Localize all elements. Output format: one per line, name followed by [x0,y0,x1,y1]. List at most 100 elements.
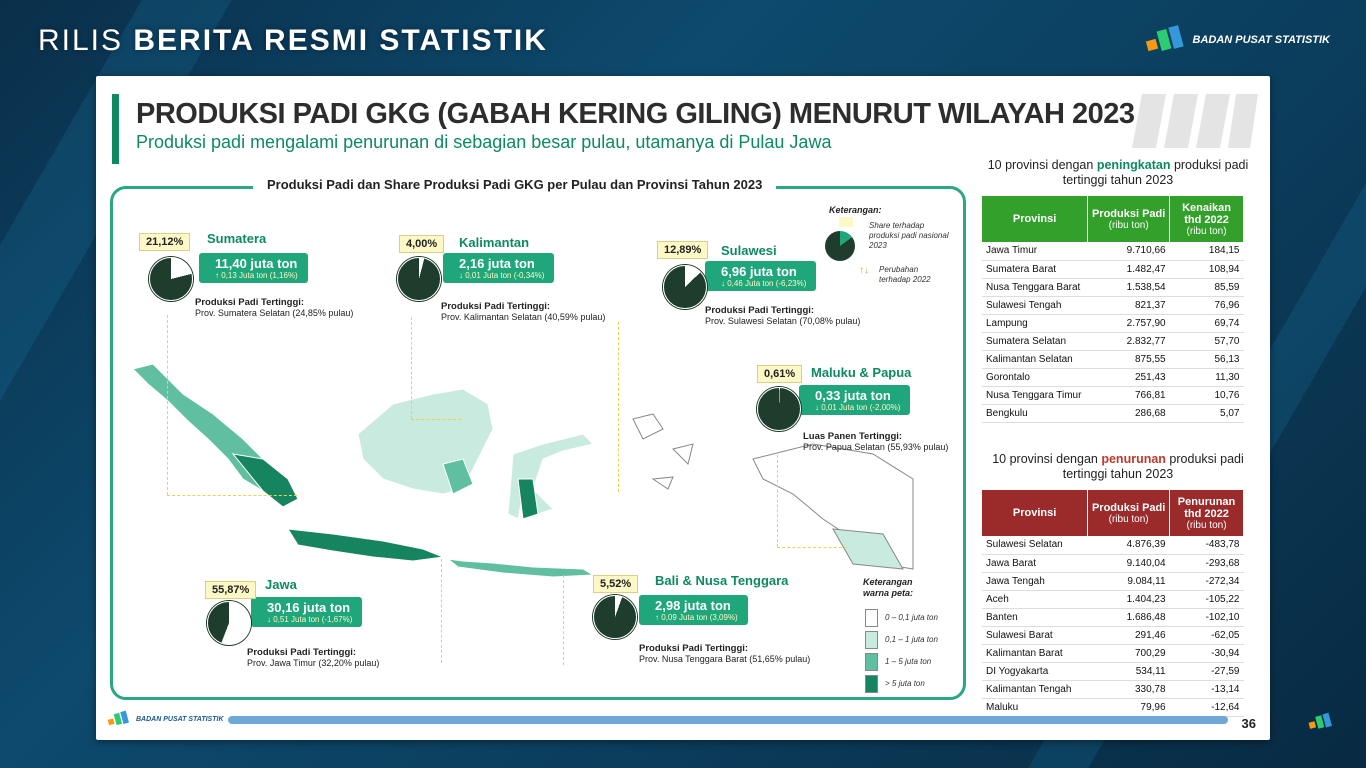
cell-production: 766,81 [1087,386,1170,405]
bali-nusa-tenggara-value-box: 2,98 juta ton ↑ 0,09 Juta ton (3,09%) [639,595,748,625]
cell-change: -105,22 [1169,590,1244,609]
cell-province: Banten [982,608,1088,627]
bali-nusa-tenggara-name: Bali & Nusa Tenggara [655,573,789,588]
bps-watermark-icon [1132,94,1258,148]
cell-production: 1.686,48 [1087,608,1170,627]
sumatera-change: ↑ 0,13 Juta ton (1,16%) [215,271,298,280]
footer-org: BADAN PUSAT STATISTIK [136,715,224,723]
cell-production: 291,46 [1087,626,1170,645]
page-number: 36 [1241,716,1256,731]
bps-corner-logo-icon [1308,712,1332,729]
table-down-title: 10 provinsi dengan penurunan produksi pa… [978,452,1258,482]
cell-change: -483,78 [1169,536,1244,555]
title-accent-bar [112,94,119,164]
cell-change: -272,34 [1169,572,1244,591]
jawa-highest-title: Produksi Padi Tertinggi: [247,647,357,658]
bali-nusa-tenggara-share-pie [593,595,637,639]
cell-change: 5,07 [1169,404,1244,423]
cell-province: Jawa Timur [982,242,1088,261]
cell-production: 2.832,77 [1087,332,1170,351]
sumatera-name: Sumatera [207,231,267,246]
sulawesi-highest-text: Prov. Sulawesi Selatan (70,08% pulau) [705,316,861,326]
legend-title: Keterangan: [829,205,882,215]
table-down-col3-unit: (ribu ton) [1186,519,1227,531]
broadcast-title: RILIS BERITA RESMI STATISTIK [38,24,548,58]
legend-change-text: Perubahan terhadap 2022 [879,265,931,284]
page-title: PRODUKSI PADI GKG (GABAH KERING GILING) … [136,98,1135,130]
cell-production: 9.140,04 [1087,554,1170,573]
page-subtitle: Produksi padi mengalami penurunan di seb… [136,132,832,152]
table-down-col2-unit: (ribu ton) [1108,513,1149,525]
sumatera-value-box: 11,40 juta ton ↑ 0,13 Juta ton (1,16%) [199,253,308,283]
cell-change: 11,30 [1169,368,1244,387]
cell-production: 1.404,23 [1087,590,1170,609]
cell-change: 76,96 [1169,296,1244,315]
jawa-shape [287,528,445,562]
table-up-col2-unit: (ribu ton) [1108,219,1149,231]
cell-production: 4.876,39 [1087,536,1170,555]
cell-change: 10,76 [1169,386,1244,405]
cell-change: 56,13 [1169,350,1244,369]
bps-header-name: BADAN PUSAT STATISTIK [1192,34,1331,46]
bali-nusa-tenggara-highest-text: Prov. Nusa Tenggara Barat (51,65% pulau) [639,654,811,664]
cell-change: -27,59 [1169,662,1244,681]
table-down-col-province: Provinsi [982,490,1089,536]
cell-production: 9.710,66 [1087,242,1170,261]
kalimantan-shape [357,388,494,495]
kalimantan-value: 2,16 juta ton [459,256,535,271]
broadcast-title-bold: BERITA RESMI STATISTIK [133,24,548,57]
bps-footer-logo-icon [107,710,129,726]
legend-bin-label: > 5 juta ton [885,679,925,688]
maluku-papua-share-pct: 0,61% [757,365,803,383]
cell-province: Kalimantan Selatan [982,350,1088,369]
legend-share-text: Share terhadap produksi padi nasional 20… [869,221,949,250]
table-row: Gorontalo 251,43 11,30 [982,368,1244,387]
table-down-col2-label: Produksi Padi [1091,501,1166,514]
cell-province: Bengkulu [982,404,1088,423]
callout-line [777,455,779,547]
cell-province: Lampung [982,314,1088,333]
callout-line [411,317,413,419]
sumatera-share-pct: 21,12% [139,233,191,251]
table-row: Jawa Barat 9.140,04 -293,68 [982,554,1244,573]
table-row: Maluku 79,96 -12,64 [982,698,1244,717]
cell-province: Sumatera Barat [982,260,1088,279]
jawa-name: Jawa [265,577,297,592]
cell-change: 184,15 [1169,242,1244,261]
maluku-papua-highest-text: Prov. Papua Selatan (55,93% pulau) [803,442,949,452]
maluku-papua-value-box: 0,33 juta ton ↓ 0,01 Juta ton (-2,00%) [799,385,911,415]
legend-swatch [865,653,878,671]
cell-production: 700,29 [1087,644,1170,663]
cell-change: 85,59 [1169,278,1244,297]
cell-production: 534,11 [1087,662,1170,681]
sumatera-share-pie [149,257,193,301]
bali-nusa-tenggara-share-pct: 5,52% [593,575,639,593]
bps-header-logo: BADAN PUSAT STATISTIK [1145,24,1331,56]
callout-line [167,315,169,495]
cell-production: 251,43 [1087,368,1170,387]
legend-bin-label: 1 – 5 juta ton [885,657,932,666]
legend-swatch [865,675,878,693]
maluku-papua-highest-title: Luas Panen Tertinggi: [803,431,903,442]
footer-logo: BADAN PUSAT STATISTIK [106,710,224,728]
table-up-title: 10 provinsi dengan peningkatan produksi … [978,158,1258,188]
bps-logo-icon [1145,25,1184,52]
table-row: Sulawesi Tengah 821,37 76,96 [982,296,1244,315]
slide: PRODUKSI PADI GKG (GABAH KERING GILING) … [96,76,1270,740]
legend-swatch [865,609,878,627]
table-up-col3-unit: (ribu ton) [1186,225,1227,237]
sumatera-highest-text: Prov. Sumatera Selatan (24,85% pulau) [195,308,354,318]
cell-province: Kalimantan Tengah [982,680,1088,699]
table-row: Jawa Timur 9.710,66 184,15 [982,242,1244,261]
table-row: Kalimantan Tengah 330,78 -13,14 [982,680,1244,699]
cell-province: Jawa Barat [982,554,1088,573]
cell-province: Sulawesi Selatan [982,536,1088,555]
legend-swatch [865,631,878,649]
jawa-value: 30,16 juta ton [267,600,351,615]
jawa-highest-text: Prov. Jawa Timur (32,20% pulau) [247,658,380,668]
cell-change: -102,10 [1169,608,1244,627]
table-down-title-keyword: penurunan [1101,452,1166,466]
cell-province: Gorontalo [982,368,1088,387]
cell-change: 57,70 [1169,332,1244,351]
table-row: Lampung 2.757,90 69,74 [982,314,1244,333]
